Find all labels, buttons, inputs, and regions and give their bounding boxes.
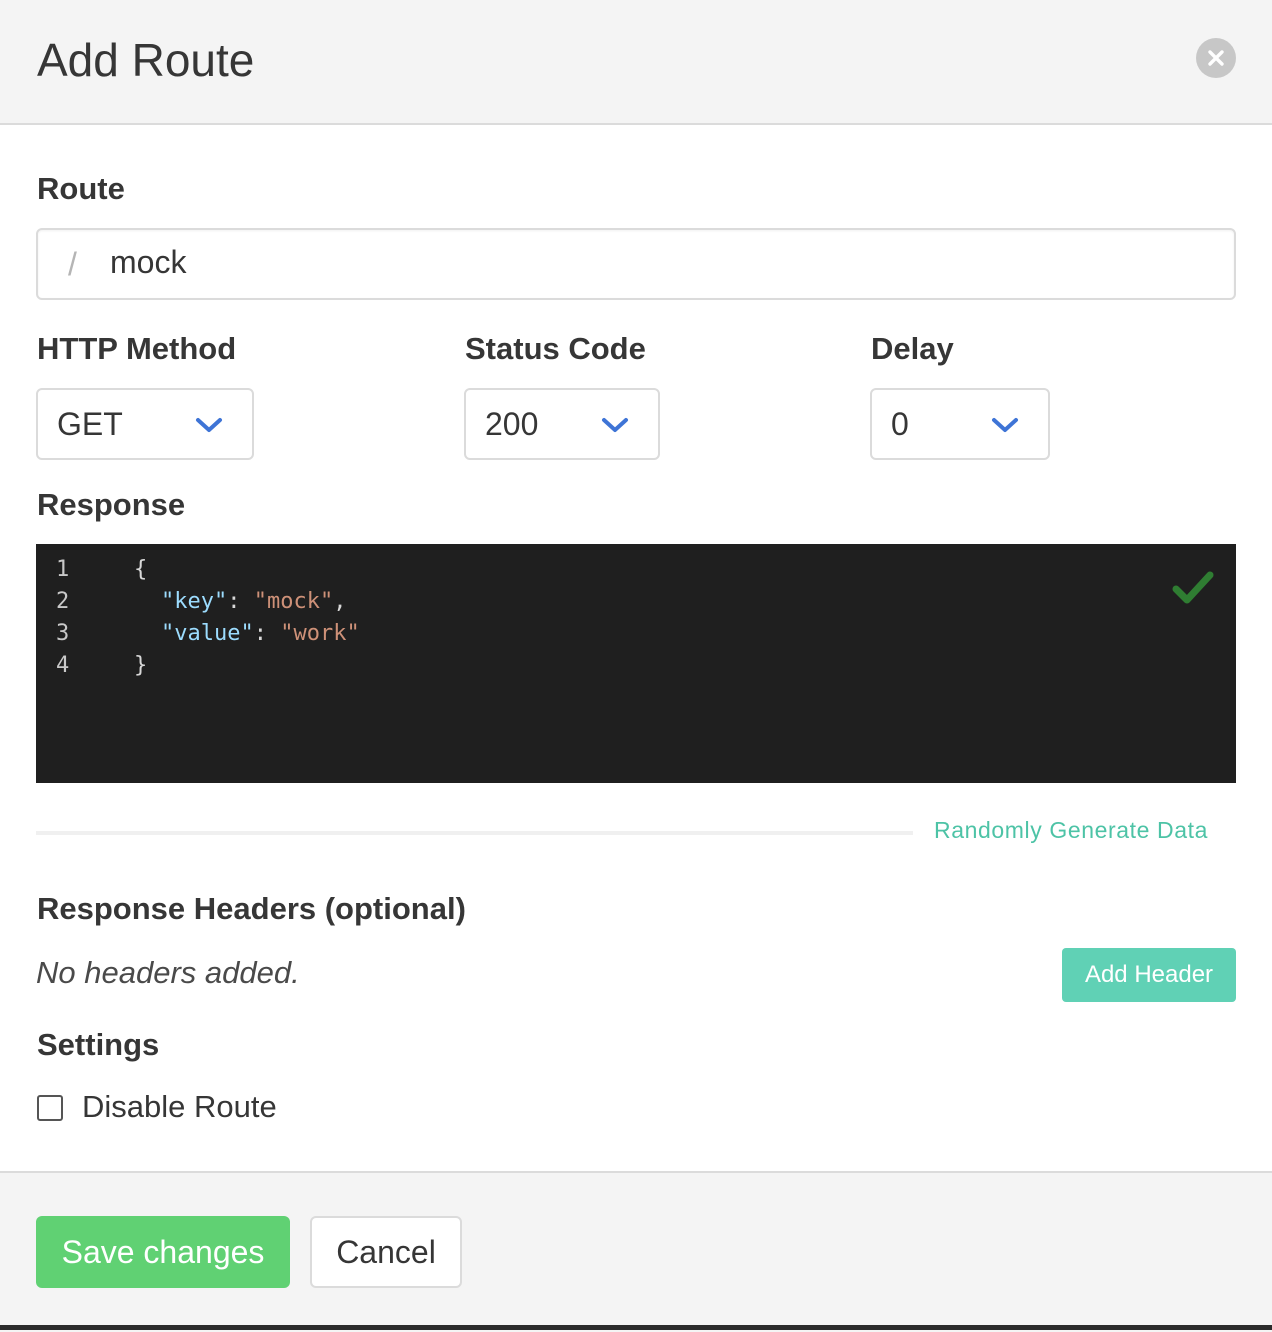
delay-value: 0 xyxy=(891,406,909,442)
route-prefix: / xyxy=(68,246,77,282)
http-method-label: HTTP Method xyxy=(37,331,237,366)
status-code-select[interactable]: 200 xyxy=(464,388,660,460)
no-headers-text: No headers added. xyxy=(36,955,300,990)
cancel-button[interactable]: Cancel xyxy=(310,1216,462,1288)
status-code-value: 200 xyxy=(485,406,539,442)
modal-footer: Save changes Cancel xyxy=(0,1171,1272,1332)
delay-label: Delay xyxy=(871,331,954,366)
chevron-down-icon xyxy=(602,418,628,432)
add-header-button[interactable]: Add Header xyxy=(1062,948,1236,1002)
line-number: 3 xyxy=(56,621,70,646)
chevron-down-icon xyxy=(992,418,1018,432)
window-bottom-edge xyxy=(0,1325,1272,1330)
route-input[interactable] xyxy=(110,244,1210,281)
modal-header: Add Route xyxy=(0,0,1272,125)
code-line: } xyxy=(134,653,148,678)
save-changes-button[interactable]: Save changes xyxy=(36,1216,290,1288)
disable-route-checkbox[interactable] xyxy=(37,1095,63,1121)
http-method-select[interactable]: GET xyxy=(36,388,254,460)
line-number: 1 xyxy=(56,557,70,582)
response-headers-label: Response Headers (optional) xyxy=(37,891,466,926)
randomly-generate-data-link[interactable]: Randomly Generate Data xyxy=(934,817,1208,844)
close-icon xyxy=(1208,50,1224,66)
response-code-editor[interactable]: 1 2 3 4 { "key": "mock", "value": "work"… xyxy=(36,544,1236,783)
code-line: "key": "mock", xyxy=(161,589,347,614)
close-button[interactable] xyxy=(1196,38,1236,78)
settings-label: Settings xyxy=(37,1027,160,1062)
status-code-label: Status Code xyxy=(465,331,646,366)
delay-select[interactable]: 0 xyxy=(870,388,1050,460)
divider xyxy=(36,831,913,835)
route-label: Route xyxy=(37,171,125,206)
code-line: "value": "work" xyxy=(161,621,360,646)
code-line: { xyxy=(134,557,148,582)
disable-route-label[interactable]: Disable Route xyxy=(82,1089,277,1125)
line-number: 2 xyxy=(56,589,70,614)
line-number: 4 xyxy=(56,653,70,678)
response-label: Response xyxy=(37,487,186,522)
modal-title: Add Route xyxy=(37,34,255,86)
chevron-down-icon xyxy=(196,418,222,432)
route-field[interactable]: / xyxy=(36,228,1236,300)
checkmark-icon xyxy=(1172,571,1214,604)
http-method-value: GET xyxy=(57,406,123,442)
